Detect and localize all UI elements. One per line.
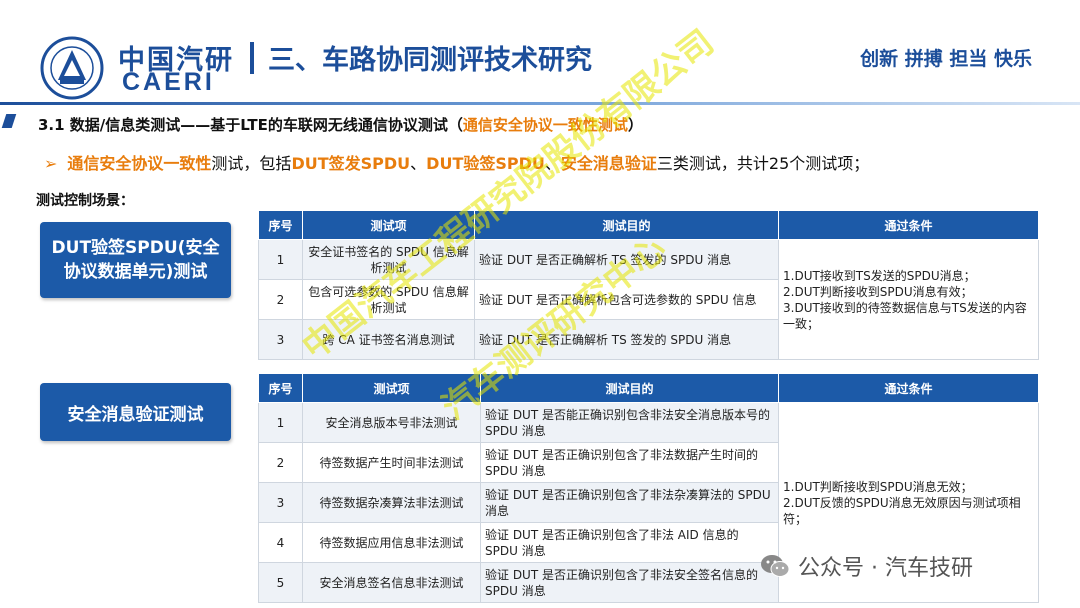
cell-purpose: 验证 DUT 是否正确识别包含了非法安全签名信息的 SPDU 消息: [480, 562, 779, 603]
cell-purpose: 验证 DUT 是否正确识别包含了非法杂凑算法的 SPDU 消息: [480, 482, 779, 523]
cell-purpose: 验证 DUT 是否正确解析包含可选参数的 SPDU 信息: [474, 279, 779, 320]
cell-index: 3: [258, 319, 303, 360]
summary-line: ➢ 通信安全协议一致性测试，包括DUT签发SPDU、DUT验签SPDU、安全消息验…: [44, 150, 869, 174]
cell-index: 5: [258, 562, 303, 603]
cell-item: 待签数据产生时间非法测试: [302, 442, 481, 483]
logo-english-name: CAERI: [122, 68, 215, 96]
cell-index: 1: [258, 239, 303, 280]
summary-highlight-2: DUT签发SPDU: [291, 154, 411, 173]
header-item: 测试项: [302, 210, 475, 240]
slogan: 创新 拼搏 担当 快乐: [860, 48, 1032, 70]
table-row: 1 安全证书签名的 SPDU 信息解析测试 验证 DUT 是否正确解析 TS 签…: [258, 239, 1039, 360]
page-title: 三、车路协同测评技术研究: [268, 45, 592, 76]
cell-item: 跨 CA 证书签名消息测试: [302, 319, 475, 360]
header-pass: 通过条件: [778, 210, 1039, 240]
header-pass: 通过条件: [778, 373, 1039, 403]
cell-index: 4: [258, 522, 303, 563]
wechat-label: 公众号 · 汽车技研: [798, 556, 973, 581]
wechat-icon: [761, 555, 790, 577]
section-title-suffix: ）: [627, 116, 643, 134]
summary-sep-2: 、: [544, 154, 561, 173]
cell-pass: 1.DUT接收到TS发送的SPDU消息； 2.DUT判断接收到SPDU消息有效；…: [778, 239, 1039, 360]
summary-sep-1: 、: [410, 154, 427, 173]
summary-text-1: 测试，包括: [211, 154, 292, 173]
cell-index: 2: [258, 279, 303, 320]
table-header-row: 序号 测试项 测试目的 通过条件: [258, 373, 1039, 403]
table-row: 1 安全消息版本号非法测试 验证 DUT 是否能正确识别包含非法安全消息版本号的…: [258, 402, 1039, 603]
cell-purpose: 验证 DUT 是否正确识别包含了非法 AID 信息的 SPDU 消息: [480, 522, 779, 563]
header-item: 测试项: [302, 373, 481, 403]
section-title-highlight: 通信安全协议一致性测试: [462, 116, 628, 134]
security-message-verify-box: 安全消息验证测试: [40, 383, 231, 441]
dut-verify-spdu-box: DUT验签SPDU(安全协议数据单元)测试: [40, 222, 231, 298]
header-purpose: 测试目的: [480, 373, 779, 403]
arrow-bullet-icon: ➢: [44, 154, 58, 173]
header-purpose: 测试目的: [474, 210, 779, 240]
cell-purpose: 验证 DUT 是否正确解析 TS 签发的 SPDU 消息: [474, 239, 779, 280]
title-divider: [250, 42, 254, 74]
cell-item: 安全消息版本号非法测试: [302, 402, 481, 443]
cell-item: 安全证书签名的 SPDU 信息解析测试: [302, 239, 475, 280]
cell-purpose: 验证 DUT 是否能正确识别包含非法安全消息版本号的 SPDU 消息: [480, 402, 779, 443]
section-title-prefix: 3.1 数据/信息类测试——基于LTE的车联网无线通信协议测试（: [38, 116, 463, 134]
section-title: 3.1 数据/信息类测试——基于LTE的车联网无线通信协议测试（通信安全协议一致…: [38, 114, 643, 135]
cell-item: 安全消息签名信息非法测试: [302, 562, 481, 603]
caeri-seal-logo: [40, 36, 104, 100]
summary-highlight-4: 安全消息验证: [560, 154, 657, 173]
scene-label: 测试控制场景：: [36, 193, 134, 209]
header-index: 序号: [258, 210, 303, 240]
cell-index: 3: [258, 482, 303, 523]
cell-item: 待签数据应用信息非法测试: [302, 522, 481, 563]
summary-highlight-3: DUT验签SPDU: [426, 154, 545, 173]
cell-index: 2: [258, 442, 303, 483]
summary-highlight-1: 通信安全协议一致性: [67, 154, 212, 173]
wechat-badge: 公众号 · 汽车技研: [760, 550, 973, 582]
cell-purpose: 验证 DUT 是否正确识别包含了非法数据产生时间的 SPDU 消息: [480, 442, 779, 483]
header-index: 序号: [258, 373, 303, 403]
cell-item: 包含可选参数的 SPDU 信息解析测试: [302, 279, 475, 320]
summary-text-2: 三类测试，共计25个测试项；: [656, 154, 870, 173]
header-underline: [0, 102, 1080, 105]
table-header-row: 序号 测试项 测试目的 通过条件: [258, 210, 1039, 240]
cell-purpose: 验证 DUT 是否正确解析 TS 签发的 SPDU 消息: [474, 319, 779, 360]
dut-verify-table: 序号 测试项 测试目的 通过条件 1 安全证书签名的 SPDU 信息解析测试 验…: [258, 210, 1039, 360]
cell-item: 待签数据杂凑算法非法测试: [302, 482, 481, 523]
cell-index: 1: [258, 402, 303, 443]
section-bullet-icon: [1, 114, 17, 128]
